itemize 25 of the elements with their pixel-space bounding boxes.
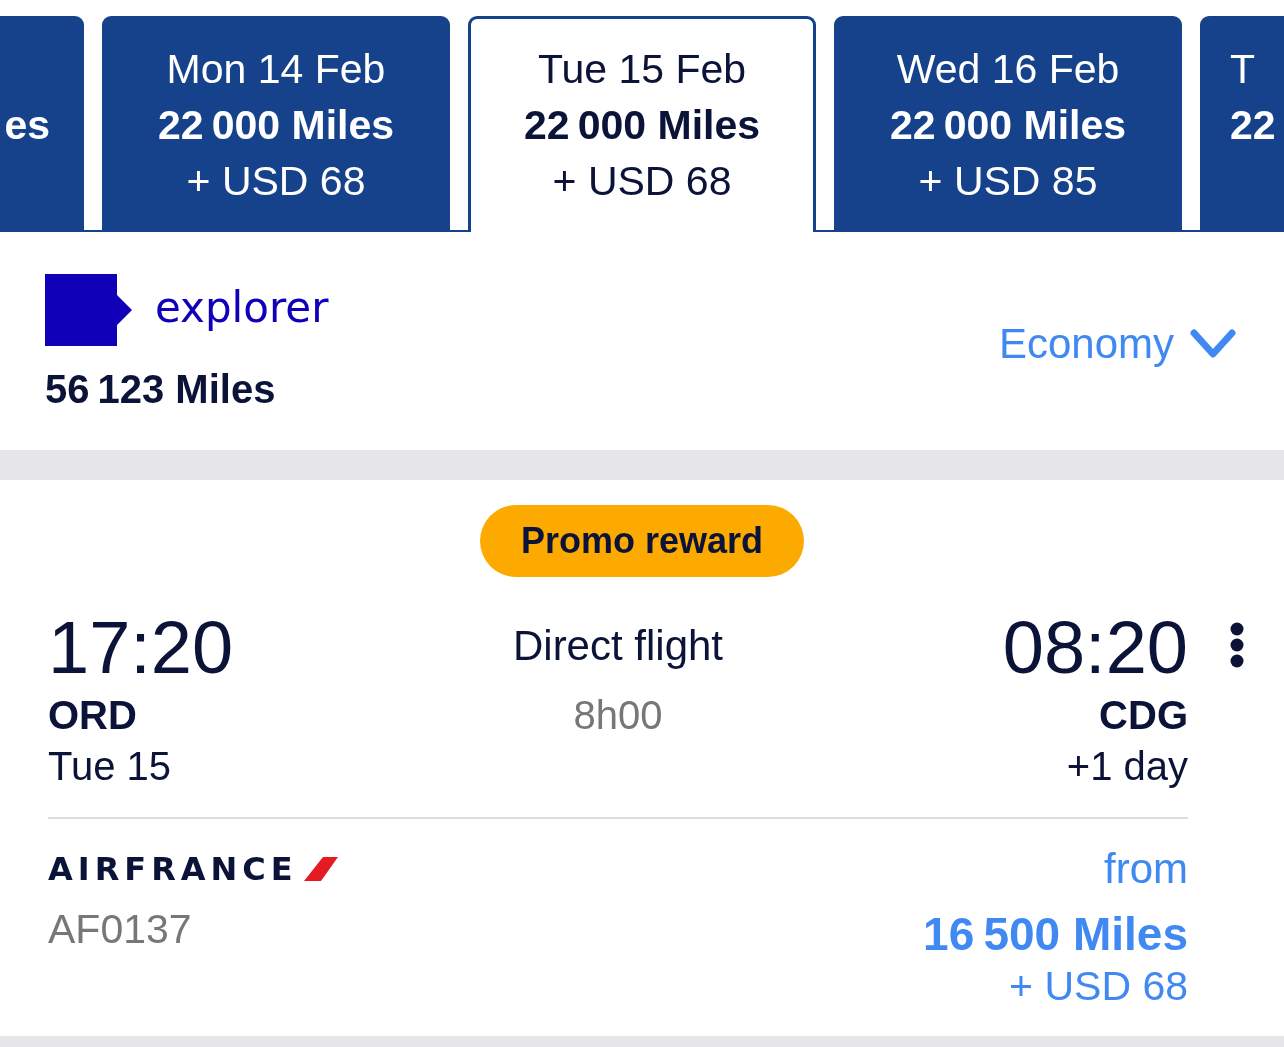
promo-badge: Promo reward [479,505,805,577]
flight-number: AF0137 [48,905,193,954]
chevron-down-icon [1190,328,1236,359]
date-tab[interactable]: Mon 14 Feb 22 000 Miles + USD 68 [102,16,450,230]
departure-date: Tue 15 [48,743,172,790]
price-cash: + USD 68 [1009,962,1188,1011]
arrival-time: 08:20 [1002,611,1188,685]
departure-time: 17:20 [48,611,234,685]
kebab-menu-icon[interactable] [1228,621,1246,669]
airline-name: AIRFRANCE [48,850,298,888]
arrival-date: +1 day [1066,743,1188,790]
date-tab[interactable]: Wed 16 Feb 22 000 Miles + USD 85 [834,16,1182,230]
departure-airport: ORD [48,692,137,739]
price-miles: 16 500 Miles [923,907,1188,962]
date-tab[interactable]: Tue 15 Feb 22 000 Miles + USD 68 [468,16,816,232]
miles-balance: 56 123 Miles [45,366,277,413]
date-tab[interactable]: T 22 [1200,16,1284,230]
price-label: from [1104,844,1188,894]
arrival-airport: CDG [1099,692,1188,739]
date-tab[interactable]: es [0,16,84,230]
slash-icon [303,857,338,881]
flight-duration: 8h00 [573,692,663,739]
arrow-block-icon [45,274,132,346]
flight-type: Direct flight [512,621,724,671]
program-name: explorer [155,287,329,329]
